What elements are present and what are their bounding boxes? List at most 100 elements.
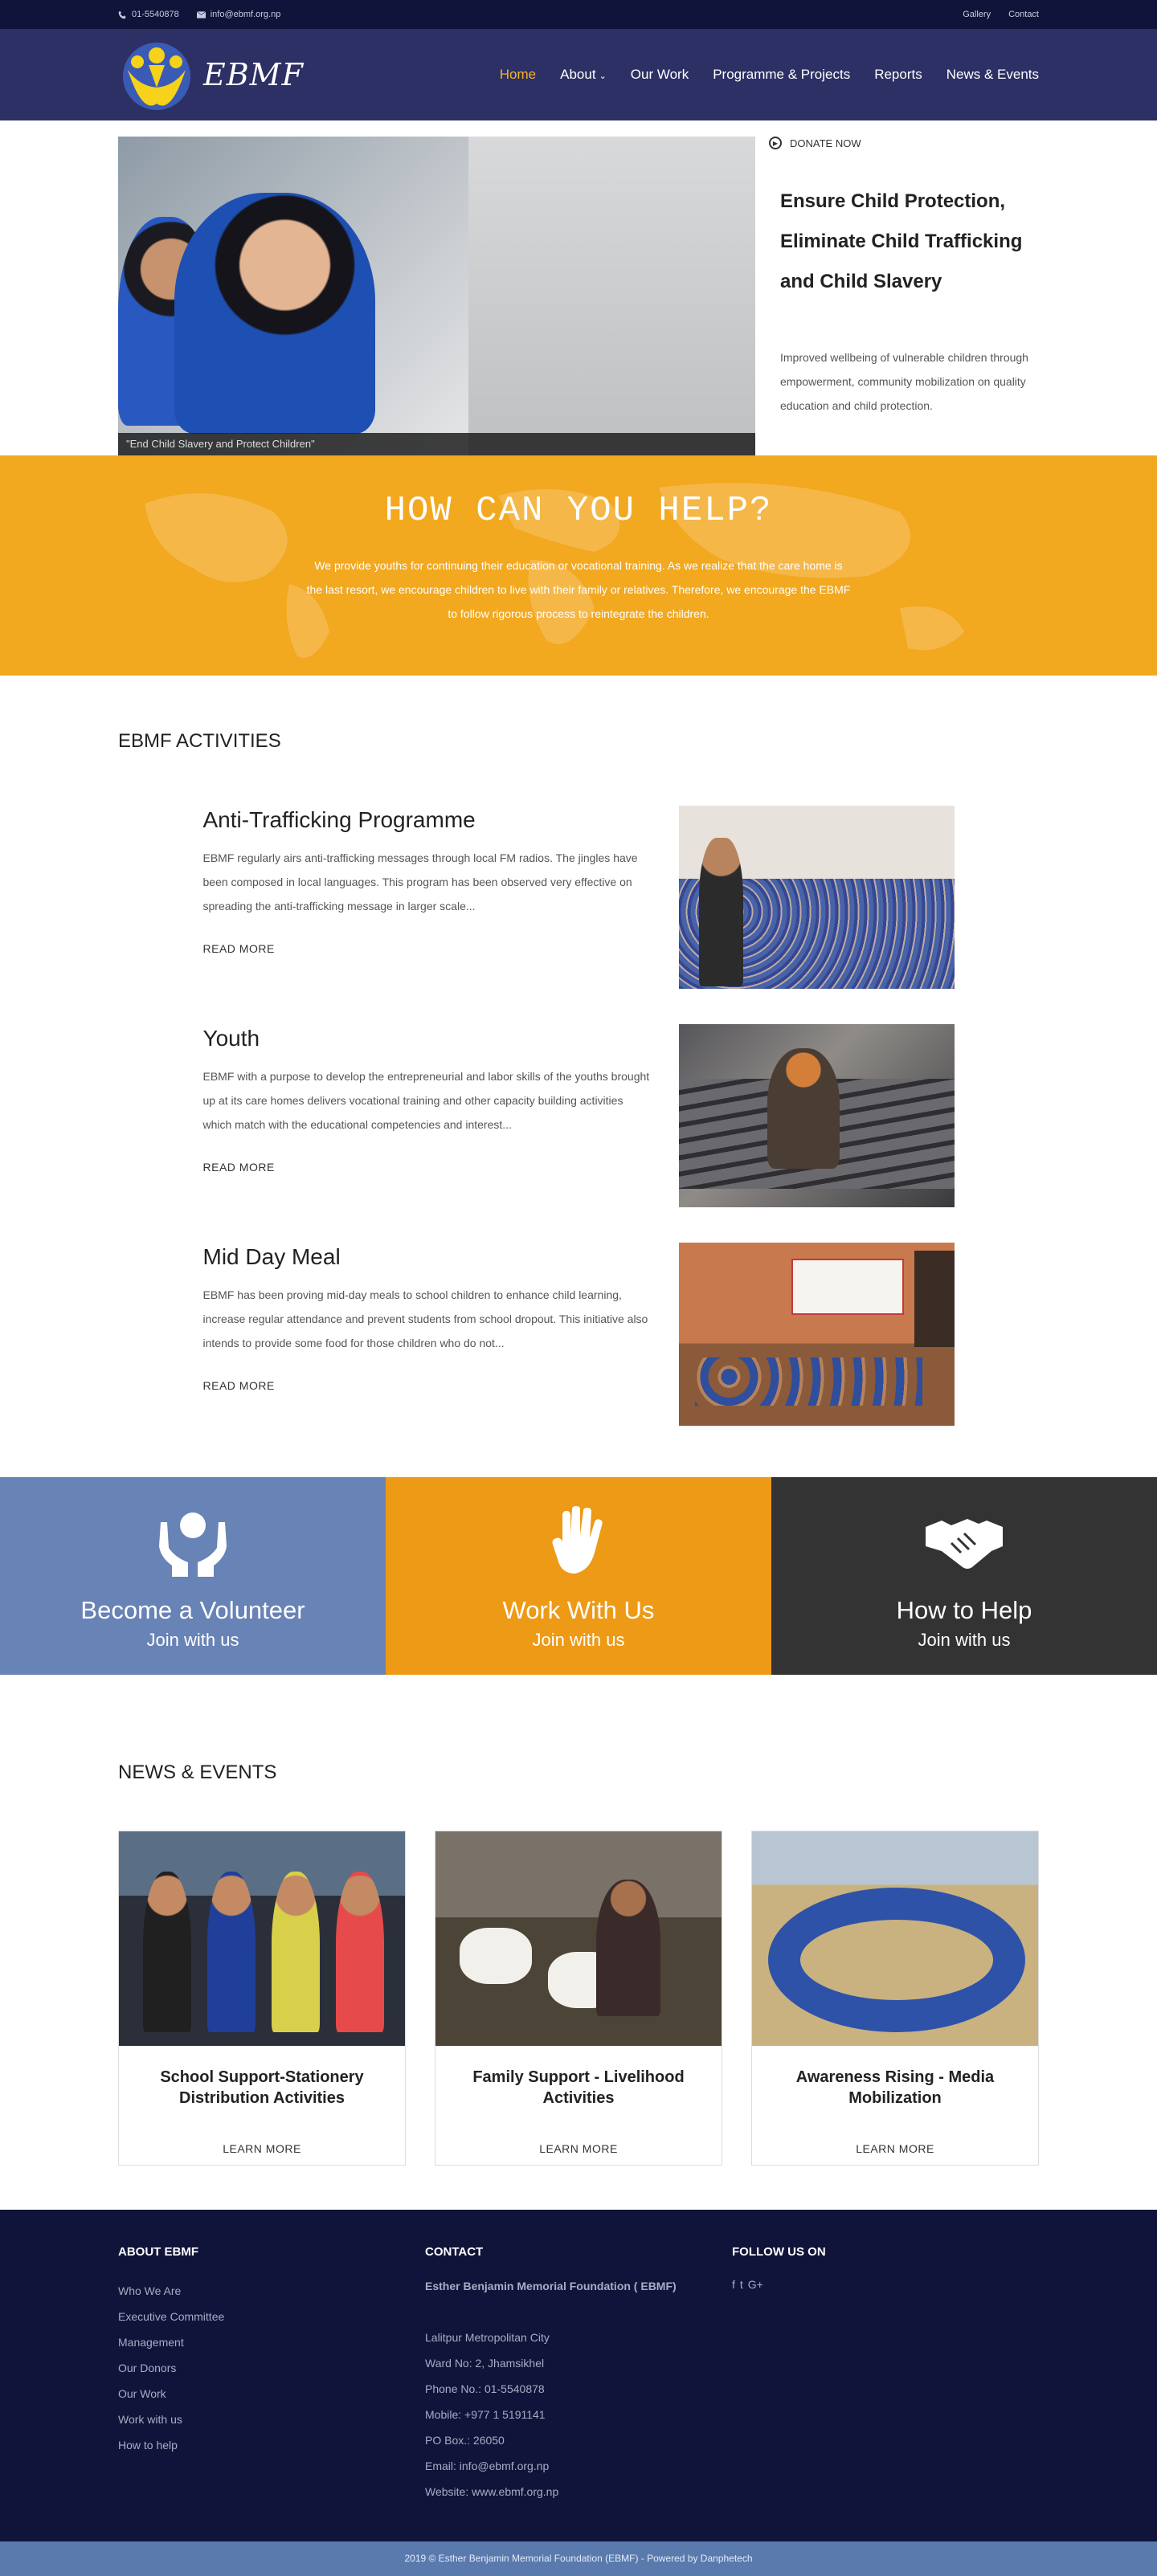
footer-link-how-to-help[interactable]: How to help (118, 2439, 178, 2451)
email-contact[interactable]: info@ebmf.org.np (196, 10, 281, 19)
learn-more-link[interactable]: LEARN MORE (452, 2142, 705, 2155)
chevron-down-icon: ⌄ (599, 71, 607, 81)
news-card: School Support-Stationery Distribution A… (118, 1831, 406, 2166)
work-with-us-card-subtitle: Join with us (532, 1630, 625, 1650)
footer-link-our-donors[interactable]: Our Donors (118, 2362, 176, 2374)
nav-item-programme-projects[interactable]: Programme & Projects (713, 67, 850, 83)
nav-item-our-work[interactable]: Our Work (631, 67, 689, 83)
topbar-link-contact[interactable]: Contact (1008, 10, 1039, 19)
copyright-bar: 2019 © Esther Benjamin Memorial Foundati… (0, 2541, 1157, 2576)
raised-hand-icon (552, 1506, 603, 1574)
nav-item-home[interactable]: Home (500, 67, 536, 83)
footer-email[interactable]: Email: info@ebmf.org.np (425, 2453, 732, 2479)
site-header: EBMF Home About ⌄ Our Work Programme & Pr… (0, 29, 1157, 120)
top-utility-bar: 01-5540878 info@ebmf.org.np Gallery Cont… (0, 0, 1157, 29)
google-plus-icon[interactable]: G+ (748, 2278, 763, 2291)
read-more-link[interactable]: READ MORE (203, 1161, 653, 1174)
nav-item-about-label: About (560, 67, 596, 82)
news-image-figure (272, 1872, 320, 2032)
footer-mobile: Mobile: +977 1 5191141 (425, 2408, 546, 2421)
learn-more-link[interactable]: LEARN MORE (768, 2142, 1022, 2155)
news-title: Awareness Rising - Media Mobilization (795, 2068, 995, 2107)
news-image-figure (143, 1872, 191, 2032)
activities-heading: EBMF ACTIVITIES (118, 730, 281, 752)
activity-title: Youth (202, 1026, 260, 1051)
facebook-icon[interactable]: f (732, 2278, 735, 2291)
activity-image-classroom[interactable] (678, 806, 955, 989)
handshake-icon (926, 1519, 1003, 1569)
ebmf-logo-icon (123, 43, 190, 110)
work-with-us-card-title: Work With Us (502, 1596, 655, 1624)
nav-item-about[interactable]: About ⌄ (560, 67, 607, 83)
hero-slider-image[interactable]: "End Child Slavery and Protect Children" (118, 137, 755, 455)
footer-link-who-we-are[interactable]: Who We Are (118, 2284, 181, 2297)
activity-image-school-meal[interactable] (678, 1243, 955, 1426)
footer-contact-column: CONTACT Esther Benjamin Memorial Foundat… (425, 2245, 732, 2505)
footer-link-management[interactable]: Management (118, 2336, 184, 2349)
activities-section: EBMF ACTIVITIES Anti-Trafficking Program… (0, 676, 1157, 1477)
footer-phone: Phone No.: 01-5540878 (425, 2382, 545, 2395)
hero-image-caption: "End Child Slavery and Protect Children" (118, 433, 755, 455)
hero-sidebar: ▶ DONATE NOW Ensure Child Protection, El… (755, 120, 1039, 455)
topbar-link-gallery[interactable]: Gallery (963, 10, 991, 19)
work-with-us-card[interactable]: Work With Us Join with us (386, 1477, 771, 1675)
how-to-help-card[interactable]: How to Help Join with us (771, 1477, 1157, 1675)
twitter-icon[interactable]: t (740, 2278, 743, 2291)
read-more-link[interactable]: READ MORE (203, 1379, 653, 1392)
activity-image-children (694, 1357, 922, 1406)
footer-link-work-with-us[interactable]: Work with us (118, 2413, 182, 2426)
activity-image-welder[interactable] (678, 1024, 955, 1207)
nav-item-news-events[interactable]: News & Events (946, 67, 1039, 83)
news-image-figure (596, 1880, 660, 2016)
site-logo[interactable]: EBMF (118, 38, 304, 112)
activity-description: EBMF has been proving mid-day meals to s… (202, 1288, 648, 1349)
news-title: Family Support - Livelihood Activities (472, 2068, 685, 2107)
footer-about-column: ABOUT EBMF Who We Are Executive Committe… (118, 2245, 425, 2505)
footer-follow-column: FOLLOW US ON f t G+ (732, 2245, 1039, 2505)
news-card: Awareness Rising - Media Mobilization LE… (751, 1831, 1039, 2166)
footer-link-executive-committee[interactable]: Executive Committee (118, 2310, 224, 2323)
footer-contact-heading: CONTACT (425, 2245, 484, 2259)
brand-name: EBMF (203, 57, 304, 92)
activity-description: EBMF with a purpose to develop the entre… (202, 1070, 650, 1131)
hero-description: Improved wellbeing of vulnerable childre… (780, 351, 1028, 412)
footer-about-heading: ABOUT EBMF (118, 2245, 198, 2259)
activity-image-door (914, 1251, 955, 1347)
hero-title: Ensure Child Protection, Eliminate Child… (780, 190, 1023, 292)
donate-now-label: DONATE NOW (790, 137, 861, 149)
email-address: info@ebmf.org.np (210, 10, 281, 19)
call-to-action-row: Become a Volunteer Join with us Work Wit… (0, 1477, 1157, 1675)
hero-image-child-foreground (174, 193, 375, 434)
phone-number: 01-5540878 (132, 10, 179, 19)
activity-title: Anti-Trafficking Programme (202, 807, 476, 832)
footer-link-our-work[interactable]: Our Work (118, 2387, 166, 2400)
news-image-awareness[interactable] (752, 1831, 1038, 2046)
news-image-goat (460, 1928, 532, 1984)
how-to-help-card-title: How to Help (896, 1596, 1032, 1624)
volunteer-card[interactable]: Become a Volunteer Join with us (0, 1477, 386, 1675)
hands-holding-heart-icon (159, 1513, 227, 1577)
footer-website[interactable]: Website: www.ebmf.org.np (425, 2479, 732, 2505)
footer-address-ward: Ward No: 2, Jhamsikhel (425, 2357, 545, 2370)
news-title: School Support-Stationery Distribution A… (160, 2068, 364, 2107)
news-image-figure (336, 1872, 384, 2032)
envelope-icon (196, 10, 206, 18)
how-to-help-card-subtitle: Join with us (918, 1630, 1011, 1650)
donate-now-button[interactable]: ▶ DONATE NOW (769, 137, 1039, 149)
news-events-section: NEWS & EVENTS School Support-Stationery … (0, 1675, 1157, 2210)
activity-mid-day-meal: Mid Day Meal EBMF has been proving mid-d… (203, 1243, 955, 1426)
news-image-stationery[interactable] (119, 1831, 405, 2046)
news-heading: NEWS & EVENTS (118, 1762, 277, 1783)
phone-contact[interactable]: 01-5540878 (118, 10, 179, 19)
news-image-figure (207, 1872, 256, 2032)
footer-address-city: Lalitpur Metropolitan City (425, 2331, 550, 2344)
footer-follow-heading: FOLLOW US ON (732, 2245, 826, 2259)
news-image-crowd-circle (768, 1888, 1025, 2032)
news-image-livelihood[interactable] (435, 1831, 722, 2046)
learn-more-link[interactable]: LEARN MORE (135, 2142, 389, 2155)
nav-item-reports[interactable]: Reports (874, 67, 922, 83)
activity-image-figure (698, 838, 743, 986)
how-can-you-help-section: HOW CAN YOU HELP? We provide youths for … (0, 455, 1157, 676)
read-more-link[interactable]: READ MORE (203, 942, 653, 955)
volunteer-card-subtitle: Join with us (146, 1630, 239, 1650)
